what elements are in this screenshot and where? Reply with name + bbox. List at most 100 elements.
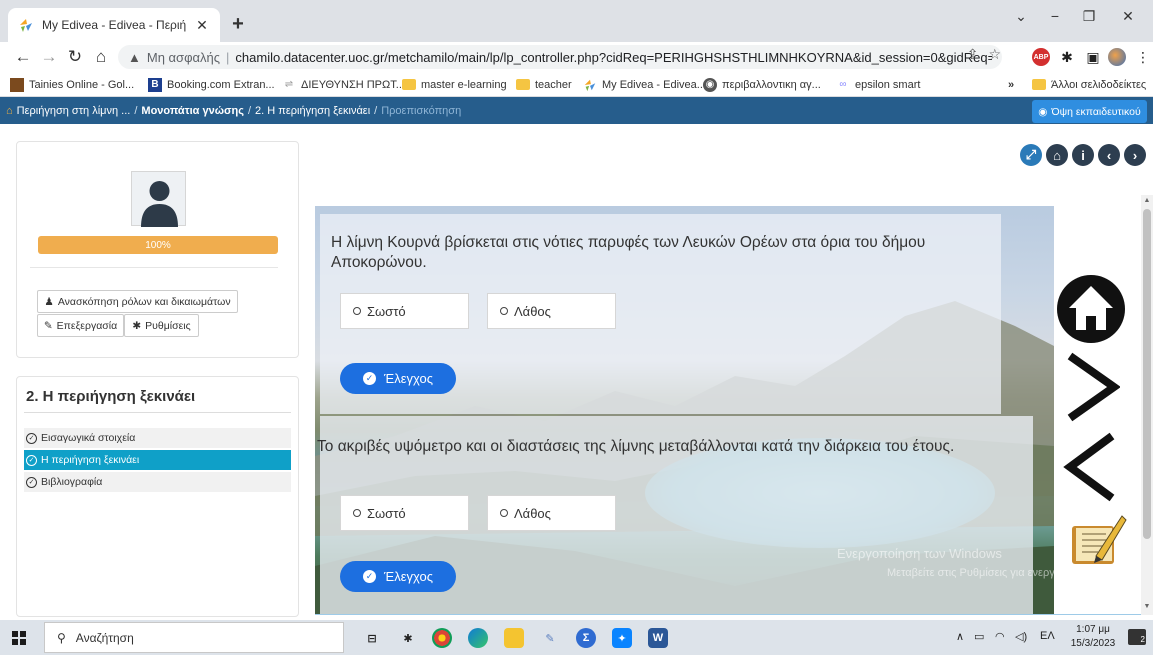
q2-option-false[interactable]: Λάθος <box>487 495 616 531</box>
task-view-icon[interactable]: ⊟ <box>362 628 382 648</box>
bookmark-label: Booking.com Extran... <box>167 78 275 91</box>
browser-menu-icon[interactable]: ⋮ <box>1132 46 1153 68</box>
taskbar-search-input[interactable]: ⚲ Αναζήτηση <box>44 622 344 653</box>
home-icon[interactable]: ⌂ <box>90 46 112 68</box>
wifi-icon[interactable]: ◠ <box>995 630 1005 643</box>
info-icon[interactable]: i <box>1072 144 1094 166</box>
scroll-down-icon[interactable]: ▼ <box>1141 603 1153 610</box>
new-tab-button[interactable]: + <box>226 12 250 36</box>
radio-button[interactable] <box>353 509 361 517</box>
scroll-up-icon[interactable]: ▲ <box>1141 197 1153 204</box>
breadcrumb: ⌂ Περιήγηση στη λίμνη ... / Μονοπάτια γν… <box>6 97 461 124</box>
q2-check-button[interactable]: ✓ Έλεγχος <box>340 561 456 592</box>
sidepanel-icon[interactable]: ▣ <box>1082 46 1104 68</box>
q1-option-true[interactable]: Σωστό <box>340 293 469 329</box>
extensions-puzzle-icon[interactable]: ✱ <box>1056 46 1078 68</box>
previous-icon[interactable]: ‹ <box>1098 144 1120 166</box>
bookmark-edivea[interactable]: My Edivea - Edivea... <box>583 76 706 93</box>
q2-option-true[interactable]: Σωστό <box>340 495 469 531</box>
question-2-text: Το ακριβές υψόμετρο και οι διαστάσεις τη… <box>317 438 955 455</box>
reload-icon[interactable]: ↻ <box>64 46 86 68</box>
fullscreen-icon[interactable]: ⤢ <box>1020 144 1042 166</box>
previous-arrow-icon[interactable] <box>1062 432 1120 502</box>
bookmark-perivallontiki[interactable]: ◉ περιβαλλοντικη αγ... <box>703 76 821 93</box>
settings-button[interactable]: ✱ Ρυθμίσεις <box>124 314 199 337</box>
paint-app-icon[interactable]: ✎ <box>540 628 560 648</box>
epsilon-favicon-icon: ∞ <box>839 79 847 90</box>
toc-item-tour-starts[interactable]: ✓ Η περιήγηση ξεκινάει <box>24 450 291 470</box>
bookmark-star-icon[interactable]: ☆ <box>988 46 1001 63</box>
settings-app-icon[interactable]: ✱ <box>398 628 418 648</box>
taskbar-clock[interactable]: 1:07 μμ 15/3/2023 <box>1066 623 1120 651</box>
bookmark-teacher[interactable]: teacher <box>516 76 572 93</box>
bookmark-booking[interactable]: B Booking.com Extran... <box>148 76 275 93</box>
language-indicator[interactable]: ΕΛ <box>1040 630 1055 642</box>
check-label: Έλεγχος <box>384 371 433 386</box>
bookmark-master-elearning[interactable]: master e-learning <box>402 76 507 93</box>
share-icon[interactable]: ⇪ <box>967 46 979 63</box>
address-bar[interactable]: ▲ Μη ασφαλής | chamilo.datacenter.uoc.gr… <box>118 45 1002 69</box>
lake-background-image: Η λίμνη Κουρνά βρίσκεται στις νότιες παρ… <box>315 206 1054 614</box>
dropbox-app-icon[interactable]: ✦ <box>612 628 632 648</box>
restore-icon[interactable]: ❐ <box>1079 8 1099 25</box>
adblock-extension[interactable]: ABP <box>1030 46 1052 68</box>
sigma-app-icon[interactable]: Σ <box>576 628 596 648</box>
profile-avatar-icon[interactable] <box>1106 46 1128 68</box>
file-explorer-icon[interactable] <box>504 628 524 648</box>
bookmark-epsilon[interactable]: ∞ epsilon smart <box>836 76 920 93</box>
word-app-icon[interactable]: W <box>648 628 668 648</box>
folder-icon <box>516 79 530 90</box>
option-label: Λάθος <box>514 303 551 319</box>
home-icon[interactable] <box>1054 274 1129 344</box>
search-icon: ⚲ <box>57 630 66 645</box>
bookmark-label: περιβαλλοντικη αγ... <box>722 78 821 91</box>
bookmarks-overflow-button[interactable]: » <box>1008 76 1014 93</box>
next-arrow-icon[interactable] <box>1062 352 1120 422</box>
tab-search-chevron-icon[interactable]: ⌄ <box>1011 8 1031 25</box>
window-close-icon[interactable]: ✕ <box>1118 8 1138 25</box>
windows-start-icon[interactable] <box>12 631 26 645</box>
edge-app-icon[interactable] <box>468 628 488 648</box>
check-label: Έλεγχος <box>384 569 433 584</box>
forward-icon[interactable]: → <box>38 46 60 68</box>
clock-date: 15/3/2023 <box>1070 638 1116 649</box>
browser-tab[interactable]: My Edivea - Edivea - Περιήγηση σ ✕ <box>8 8 220 42</box>
ministry-favicon-icon: ⇌ <box>284 79 294 90</box>
volume-icon[interactable]: ◁) <box>1015 630 1027 643</box>
content-scrollbar[interactable]: ▲ ▼ <box>1141 195 1153 615</box>
radio-button[interactable] <box>353 307 361 315</box>
folder-icon <box>1032 79 1046 90</box>
bookmark-tainies[interactable]: Tainies Online - Gol... <box>10 76 134 93</box>
folder-icon <box>402 79 416 90</box>
toc-item-bibliography[interactable]: ✓ Βιβλιογραφία <box>24 472 291 492</box>
next-icon[interactable]: › <box>1124 144 1146 166</box>
q1-check-button[interactable]: ✓ Έλεγχος <box>340 363 456 394</box>
battery-icon[interactable]: ▭ <box>974 630 984 643</box>
chrome-app-icon[interactable] <box>432 628 452 648</box>
home-crumb-icon[interactable]: ⌂ <box>6 105 13 117</box>
tray-overflow-icon[interactable]: ∧ <box>956 630 964 643</box>
breadcrumb-learning-paths[interactable]: Μονοπάτια γνώσης <box>141 105 244 117</box>
breadcrumb-course[interactable]: Περιήγηση στη λίμνη ... <box>17 105 131 117</box>
notebook-pencil-icon[interactable] <box>1068 510 1128 568</box>
check-circle-icon: ✓ <box>26 454 37 466</box>
tab-close-icon[interactable]: ✕ <box>194 17 210 34</box>
other-bookmarks-folder[interactable]: Άλλοι σελιδοδείκτες <box>1032 76 1146 93</box>
notification-center-icon[interactable]: 2 <box>1128 629 1146 645</box>
tab-title: My Edivea - Edivea - Περιήγηση σ <box>42 18 186 32</box>
radio-button[interactable] <box>500 509 508 517</box>
check-circle-icon: ✓ <box>26 476 37 488</box>
review-roles-button[interactable]: ♟ Ανασκόπηση ρόλων και δικαιωμάτων <box>37 290 238 313</box>
bookmark-label: ΔΙΕΥΘΥΝΣΗ ΠΡΩΤ... <box>301 78 405 91</box>
teacher-view-button[interactable]: ◉ Όψη εκπαιδευτικού <box>1032 100 1147 123</box>
minimize-icon[interactable]: − <box>1045 8 1065 24</box>
toc-item-intro[interactable]: ✓ Εισαγωγικά στοιχεία <box>24 428 291 448</box>
breadcrumb-lesson[interactable]: 2. Η περιήγηση ξεκινάει <box>255 105 370 117</box>
q1-option-false[interactable]: Λάθος <box>487 293 616 329</box>
edit-button[interactable]: ✎ Επεξεργασία <box>37 314 124 337</box>
radio-button[interactable] <box>500 307 508 315</box>
back-icon[interactable]: ← <box>12 46 34 68</box>
bookmark-dieythynsi[interactable]: ⇌ ΔΙΕΥΘΥΝΣΗ ΠΡΩΤ... <box>282 76 405 93</box>
home-icon[interactable]: ⌂ <box>1046 144 1068 166</box>
scrollbar-thumb[interactable] <box>1143 209 1151 539</box>
